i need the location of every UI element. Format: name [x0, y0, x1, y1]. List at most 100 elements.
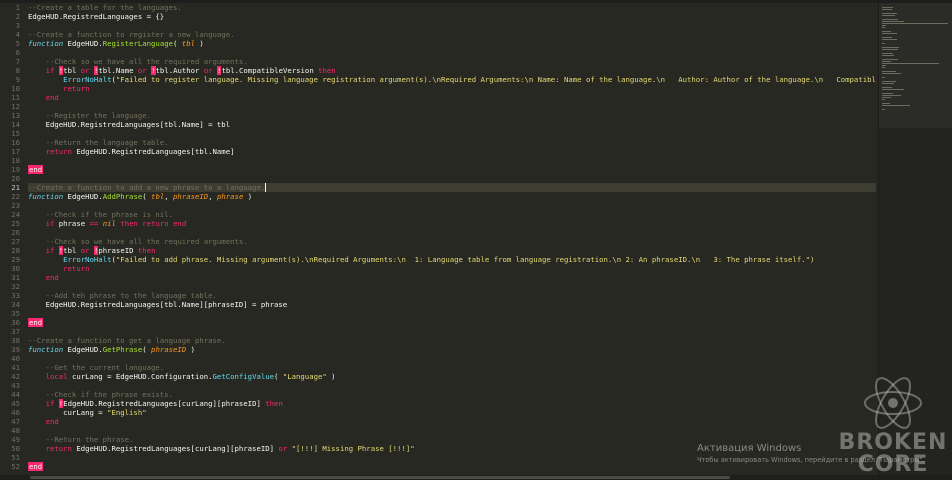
code-token: "Failed to register language. Missing la…	[115, 75, 876, 84]
minimap-line	[882, 21, 905, 22]
code-line[interactable]	[28, 327, 876, 336]
code-line[interactable]	[28, 354, 876, 363]
code-line[interactable]: --Create a function to get a language ph…	[28, 336, 876, 345]
line-number: 31	[11, 273, 20, 282]
code-line[interactable]: --Check if the phrase exists.	[28, 390, 876, 399]
code-line[interactable]: --Return the language table.	[28, 138, 876, 147]
code-line[interactable]: end	[28, 417, 876, 426]
text-cursor	[265, 183, 267, 192]
code-token: phraseID	[98, 246, 138, 255]
code-token: EdgeHUD.RegistredLanguages[curLang][phra…	[63, 399, 266, 408]
minimap-line	[882, 27, 885, 28]
code-line[interactable]: if !tbl or !tbl.Name or !tbl.Author or !…	[28, 66, 876, 75]
code-line[interactable]: if phrase == nil then return end	[28, 219, 876, 228]
code-line[interactable]: EdgeHUD.RegistredLanguages[tbl.Name][phr…	[28, 300, 876, 309]
code-token: return	[28, 444, 72, 453]
code-line[interactable]: return EdgeHUD.RegistredLanguages[tbl.Na…	[28, 147, 876, 156]
minimap-line	[882, 81, 897, 82]
code-token: (	[142, 192, 152, 201]
code-line[interactable]: --Add teh phrase to the language table.	[28, 291, 876, 300]
code-line[interactable]: EdgeHUD.RegistredLanguages[tbl.Name] = t…	[28, 120, 876, 129]
code-line[interactable]: ErrorNoHalt("Failed to register language…	[28, 75, 876, 84]
line-number: 27	[11, 237, 20, 246]
code-line[interactable]: --Create a function to add a new phrase …	[28, 183, 876, 192]
code-line[interactable]	[28, 426, 876, 435]
line-number: 39	[11, 345, 20, 354]
minimap-line	[882, 23, 948, 24]
code-token: end	[28, 93, 59, 102]
code-line[interactable]: return	[28, 84, 876, 93]
code-line[interactable]: function EdgeHUD.GetPhrase( phraseID )	[28, 345, 876, 354]
code-line[interactable]: local curLang = EdgeHUD.Configuration.Ge…	[28, 372, 876, 381]
code-token: or	[80, 246, 90, 255]
code-token: ErrorNoHalt	[63, 75, 112, 84]
code-line[interactable]	[28, 282, 876, 291]
code-token: --Get the current language.	[28, 363, 165, 372]
code-token: end	[28, 273, 59, 282]
code-token: end	[28, 165, 44, 174]
minimap-line	[882, 15, 895, 16]
code-line[interactable]	[28, 21, 876, 30]
code-token: EdgeHUD.RegistredLanguages[curLang][phra…	[71, 444, 279, 453]
code-line[interactable]	[28, 102, 876, 111]
code-line[interactable]: ErrorNoHalt("Failed to add phrase. Missi…	[28, 255, 876, 264]
code-token: phrase	[54, 219, 90, 228]
code-token: then	[318, 66, 336, 75]
line-number: 10	[11, 84, 20, 93]
code-token: end	[28, 318, 44, 327]
code-line[interactable]: EdgeHUD.RegistredLanguages = {}	[28, 12, 876, 21]
code-line[interactable]	[28, 228, 876, 237]
line-number: 48	[11, 426, 20, 435]
code-line[interactable]: return	[28, 264, 876, 273]
code-line[interactable]: end	[28, 93, 876, 102]
code-line[interactable]: function EdgeHUD.RegisterLanguage( tbl )	[28, 39, 876, 48]
code-token: phraseID	[151, 345, 187, 354]
code-line[interactable]: if !tbl or !phraseID then	[28, 246, 876, 255]
code-line[interactable]: --Check if the phrase is nil.	[28, 210, 876, 219]
code-line[interactable]: function EdgeHUD.AddPhrase( tbl, phraseI…	[28, 192, 876, 201]
minimap-line	[882, 83, 895, 84]
code-line[interactable]: if !EdgeHUD.RegistredLanguages[curLang][…	[28, 399, 876, 408]
code-line[interactable]: --Check so we have all the required argu…	[28, 237, 876, 246]
code-line[interactable]	[28, 309, 876, 318]
code-token: RegisterLanguage	[102, 39, 173, 48]
code-line[interactable]: end	[28, 273, 876, 282]
line-number: 26	[11, 228, 20, 237]
line-number: 34	[11, 300, 20, 309]
minimap-line	[882, 89, 905, 90]
line-number: 36	[11, 318, 20, 327]
code-line[interactable]: --Check so we have all the required argu…	[28, 57, 876, 66]
horizontal-scrollbar-thumb[interactable]	[30, 476, 730, 479]
code-line[interactable]: curLang = "English"	[28, 408, 876, 417]
line-number: 12	[11, 102, 20, 111]
code-line[interactable]: --Get the current language.	[28, 363, 876, 372]
code-line[interactable]	[28, 201, 876, 210]
code-token: (	[274, 372, 283, 381]
code-line[interactable]	[28, 156, 876, 165]
code-token: ==	[89, 219, 99, 228]
code-line[interactable]	[28, 129, 876, 138]
code-token: EdgeHUD.	[63, 39, 103, 48]
line-number: 17	[11, 147, 20, 156]
code-line[interactable]: --Create a function to register a new la…	[28, 30, 876, 39]
code-editor[interactable]: --Create a table for the languages. EdgeH…	[28, 3, 876, 475]
line-number: 16	[11, 138, 20, 147]
line-number: 20	[11, 174, 20, 183]
minimap-line	[882, 37, 893, 38]
code-token: or	[80, 66, 90, 75]
code-line[interactable]: --Create a table for the languages.	[28, 3, 876, 12]
code-line[interactable]: end	[28, 165, 876, 174]
code-line[interactable]	[28, 174, 876, 183]
code-line[interactable]: end	[28, 318, 876, 327]
horizontal-scrollbar[interactable]	[0, 475, 952, 480]
code-token: or	[137, 66, 147, 75]
code-token: function	[28, 39, 64, 48]
code-line[interactable]	[28, 48, 876, 57]
code-token: ,	[208, 192, 217, 201]
code-token: EdgeHUD.RegistredLanguages[tbl.Name]	[71, 147, 235, 156]
code-line[interactable]: --Register the language.	[28, 111, 876, 120]
code-line[interactable]	[28, 381, 876, 390]
line-number: 25	[11, 219, 20, 228]
code-token: tbl.Name	[98, 66, 138, 75]
